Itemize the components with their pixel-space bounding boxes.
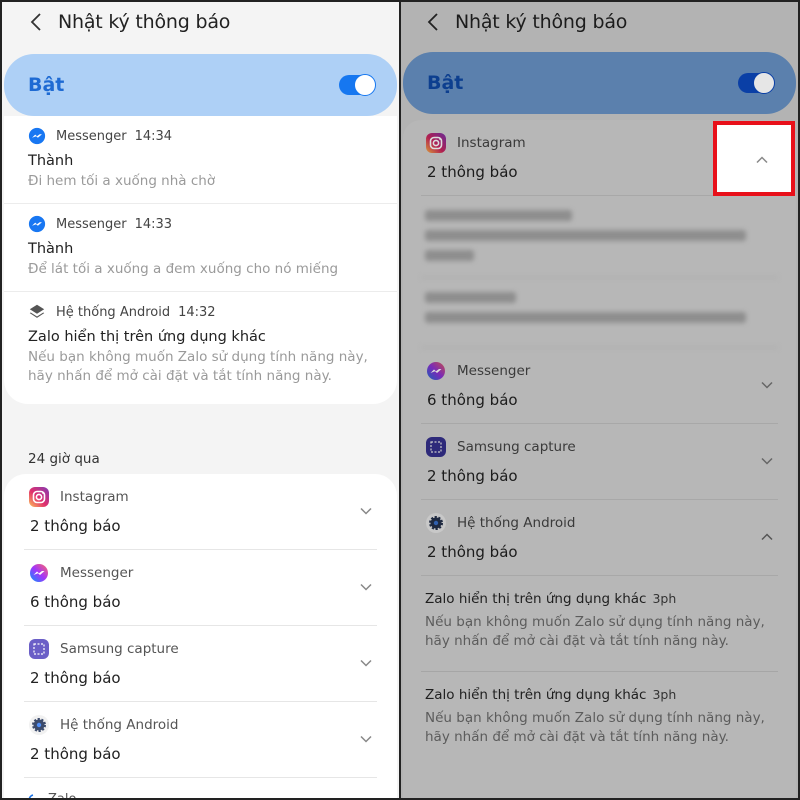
group-app-name: Hệ thống Android [60, 717, 179, 733]
notification-title: Thành [28, 153, 74, 169]
chevron-down-icon[interactable] [760, 378, 774, 392]
notification-item[interactable]: Messenger 14:34 Thành Đi hem tối a xuống… [4, 116, 397, 204]
group-count: 2 thông báo [427, 543, 518, 561]
notification-body: Nếu bạn không muốn Zalo sử dụng tính năn… [28, 349, 368, 384]
group-count: 2 thông báo [30, 517, 121, 535]
layers-icon [29, 304, 45, 318]
group-count: 6 thông báo [427, 391, 518, 409]
group-app-name: Instagram [60, 489, 129, 505]
notification-title: Zalo hiển thị trên ứng dụng khác [28, 329, 266, 345]
sub-body: Nếu bạn không muốn Zalo sử dụng tính năn… [425, 710, 765, 745]
samsung-capture-icon [29, 639, 49, 659]
group-count: 2 thông báo [30, 745, 121, 763]
group-app-name: Hệ thống Android [457, 515, 576, 531]
right-panel: Nhật ký thông báo Bật Instagram 2 thông … [400, 0, 800, 800]
notification-body: Đi hem tối a xuống nhà chờ [28, 173, 216, 189]
notification-time: 14:34 [134, 128, 173, 144]
recent-notifications: Messenger 14:34 Thành Đi hem tối a xuống… [4, 116, 397, 404]
notification-app: Messenger [56, 216, 127, 232]
group-count: 6 thông báo [30, 593, 121, 611]
group-count: 2 thông báo [427, 163, 518, 181]
page-title: Nhật ký thông báo [455, 11, 628, 33]
master-toggle-label: Bật [28, 74, 65, 96]
master-toggle-row[interactable]: Bật [403, 52, 796, 114]
back-button[interactable] [28, 13, 44, 31]
messenger-icon [30, 564, 48, 582]
app-group-instagram[interactable]: Instagram 2 thông báo [24, 474, 377, 550]
chevron-left-icon [30, 13, 41, 31]
instagram-icon [29, 487, 49, 507]
app-group-samsung-capture[interactable]: Samsung capture 2 thông báo [421, 424, 778, 500]
chevron-up-icon[interactable] [760, 530, 774, 544]
group-app-name: Samsung capture [457, 439, 576, 455]
header: Nhật ký thông báo [401, 2, 798, 42]
app-groups: Instagram 2 thông báo Messenger 6 thông … [4, 474, 397, 798]
master-toggle-row[interactable]: Bật [4, 54, 397, 116]
group-app-name: Zalo [48, 792, 77, 800]
sub-time: 3ph [652, 687, 677, 702]
android-system-gear-icon [426, 513, 446, 533]
sub-title: Zalo hiển thị trên ứng dụng khác [425, 687, 647, 703]
chevron-up-icon[interactable] [755, 153, 769, 167]
app-group-samsung-capture[interactable]: Samsung capture 2 thông báo [24, 626, 377, 702]
samsung-capture-icon [426, 437, 446, 457]
instagram-icon [426, 133, 446, 153]
chevron-down-icon[interactable] [359, 580, 373, 594]
group-count: 2 thông báo [427, 467, 518, 485]
section-label-24h: 24 giờ qua [28, 451, 100, 467]
chevron-down-icon[interactable] [359, 504, 373, 518]
page-title: Nhật ký thông báo [58, 11, 231, 33]
master-toggle-label: Bật [427, 72, 464, 94]
notification-app: Messenger [56, 128, 127, 144]
app-group-zalo-partial[interactable]: Zalo [26, 792, 77, 800]
android-system-gear-icon [29, 715, 49, 735]
group-app-name: Messenger [457, 363, 531, 379]
android-sub-notification[interactable]: Zalo hiển thị trên ứng dụng khác 3ph Nếu … [421, 672, 778, 768]
messenger-icon [28, 215, 46, 233]
notification-app: Hệ thống Android [56, 304, 171, 320]
notification-item[interactable]: Messenger 14:33 Thành Để lát tối a xuống… [4, 204, 397, 292]
chevron-down-icon[interactable] [359, 656, 373, 670]
sub-title: Zalo hiển thị trên ứng dụng khác [425, 591, 647, 607]
toggle-knob [753, 72, 775, 94]
notification-item[interactable]: Hệ thống Android 14:32 Zalo hiển thị trê… [4, 292, 397, 404]
group-app-name: Messenger [60, 565, 134, 581]
highlight-instagram-collapse[interactable] [713, 121, 795, 196]
notification-title: Thành [28, 241, 74, 257]
chevron-down-icon[interactable] [359, 732, 373, 746]
notification-body: Để lát tối a xuống a đem xuống cho nó mi… [28, 261, 339, 277]
back-button[interactable] [425, 13, 441, 31]
blurred-notification [421, 196, 778, 278]
sub-time: 3ph [652, 591, 677, 606]
header: Nhật ký thông báo [2, 2, 399, 42]
app-group-messenger[interactable]: Messenger 6 thông báo [24, 550, 377, 626]
messenger-icon [28, 127, 46, 145]
android-sub-notification[interactable]: Zalo hiển thị trên ứng dụng khác 3ph Nếu … [421, 576, 778, 672]
group-app-name: Instagram [457, 135, 526, 151]
notification-time: 14:33 [134, 216, 173, 232]
app-group-android-system[interactable]: Hệ thống Android 2 thông báo [24, 702, 377, 778]
group-count: 2 thông báo [30, 669, 121, 687]
zalo-icon [28, 793, 34, 798]
toggle-knob [354, 74, 376, 96]
master-toggle-switch[interactable] [738, 72, 775, 94]
app-group-android-system[interactable]: Hệ thống Android 2 thông báo [421, 500, 778, 576]
notification-time: 14:32 [178, 304, 216, 320]
chevron-down-icon[interactable] [760, 454, 774, 468]
app-groups: Instagram 2 thông báo Messenger 6 thông … [403, 120, 796, 798]
chevron-left-icon [427, 13, 438, 31]
master-toggle-switch[interactable] [339, 74, 376, 96]
left-panel: Nhật ký thông báo Bật Messenger 14:34 Th… [0, 0, 400, 800]
group-app-name: Samsung capture [60, 641, 179, 657]
blurred-notification [421, 278, 778, 348]
sub-body: Nếu bạn không muốn Zalo sử dụng tính năn… [425, 614, 765, 649]
messenger-icon [427, 362, 445, 380]
app-group-messenger[interactable]: Messenger 6 thông báo [421, 348, 778, 424]
